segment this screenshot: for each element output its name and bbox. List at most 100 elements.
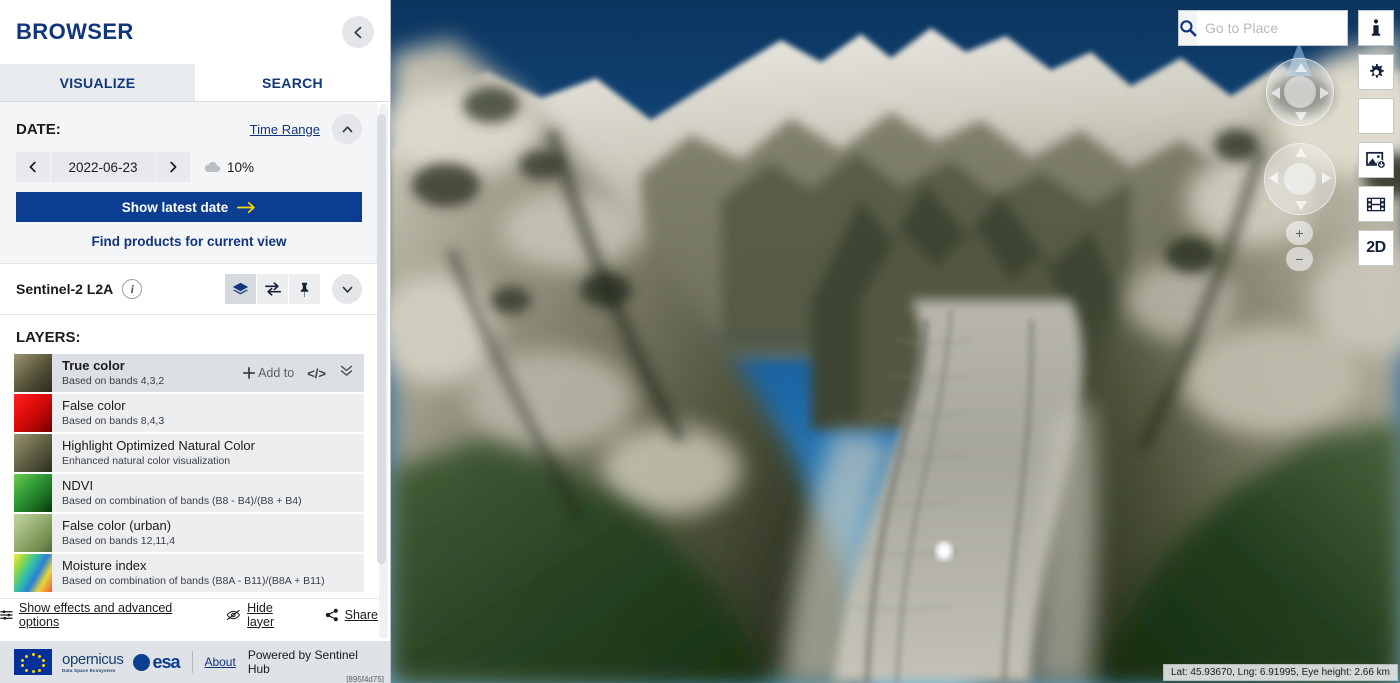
timelapse-film-icon: [1366, 197, 1386, 211]
layer-subtitle: Based on combination of bands (B8 - B4)/…: [62, 494, 302, 507]
collapse-panel-button[interactable]: [342, 16, 374, 48]
datasource-info-button[interactable]: i: [122, 279, 143, 299]
time-range-link[interactable]: Time Range: [250, 122, 320, 137]
date-section: DATE: Time Range 2022-06-23 10% Show lat…: [0, 102, 378, 263]
copernicus-logo: opernicus Data Space Ecosystem: [62, 651, 124, 673]
chevron-right-icon: [170, 161, 177, 173]
layer-text: False color Based on bands 8,4,3: [52, 399, 164, 428]
chevron-down-icon: [342, 286, 352, 293]
lightbulb-button[interactable]: [1358, 98, 1394, 134]
layer-text: False color (urban) Based on bands 12,11…: [52, 519, 175, 548]
info-button[interactable]: [1358, 10, 1394, 46]
compass-north-arrow-icon: [1295, 63, 1307, 72]
layer-thumbnail: [14, 354, 52, 392]
list-item[interactable]: Highlight Optimized Natural Color Enhanc…: [14, 434, 364, 472]
list-item[interactable]: NDVI Based on combination of bands (B8 -…: [14, 474, 364, 512]
zoom-controls: + −: [1286, 221, 1313, 273]
chevron-double-down-icon: [340, 365, 353, 376]
panel-footer: opernicus Data Space Ecosystem esa About…: [0, 641, 390, 683]
previous-date-button[interactable]: [16, 152, 50, 182]
download-image-icon: [1366, 151, 1386, 169]
chevron-left-icon: [353, 26, 361, 38]
share-label: Share: [344, 607, 378, 622]
list-item[interactable]: False color Based on bands 8,4,3: [14, 394, 364, 432]
date-header-right: Time Range: [250, 114, 362, 144]
list-item[interactable]: True color Based on bands 4,3,2 Add to <…: [14, 354, 364, 392]
esa-logo: esa: [133, 652, 181, 673]
map-viewport[interactable]: + − Go to Place 2D Lat: 45.93670, Lng: 6…: [391, 0, 1400, 683]
download-image-button[interactable]: [1358, 142, 1394, 178]
layer-subtitle: Based on bands 8,4,3: [62, 414, 165, 427]
show-latest-date-label: Show latest date: [121, 199, 229, 215]
layer-thumbnail: [14, 434, 52, 472]
timelapse-button[interactable]: [1358, 186, 1394, 222]
about-link[interactable]: About: [204, 655, 235, 669]
pan-control[interactable]: [1264, 143, 1336, 215]
layer-actions: Add to </>: [243, 363, 364, 383]
share-button[interactable]: Share: [325, 608, 378, 622]
evalscript-code-button[interactable]: </>: [307, 366, 326, 381]
hide-layer-label: Hide layer: [247, 600, 275, 629]
divider: [191, 651, 193, 673]
layer-title: False color: [62, 398, 126, 413]
compass-west-arrow-icon: [1271, 87, 1280, 99]
app-title: BROWSER: [16, 19, 134, 44]
date-input[interactable]: 2022-06-23: [51, 152, 155, 182]
list-item[interactable]: Moisture index Based on combination of b…: [14, 554, 364, 592]
layer-text: NDVI Based on combination of bands (B8 -…: [52, 479, 302, 508]
panel-scrollbar-track[interactable]: [377, 104, 388, 639]
layer-subtitle: Based on combination of bands (B8A - B11…: [62, 574, 325, 587]
share-icon: [325, 608, 338, 621]
show-effects-button[interactable]: Show effects and advanced options: [0, 601, 200, 629]
cloud-coverage-value: 10%: [227, 159, 255, 175]
lightbulb-icon: [1370, 106, 1382, 125]
layer-subtitle: Enhanced natural color visualization: [62, 454, 231, 467]
date-collapse-button[interactable]: [332, 114, 362, 144]
show-latest-date-button[interactable]: Show latest date: [16, 192, 362, 222]
layer-title: Moisture index: [62, 558, 147, 573]
list-item[interactable]: False color (urban) Based on bands 12,11…: [14, 514, 364, 552]
cloud-coverage: 10%: [204, 160, 254, 175]
layer-text: Highlight Optimized Natural Color Enhanc…: [52, 439, 255, 468]
compare-arrows-icon: [264, 282, 281, 296]
panel-scrollbar-thumb[interactable]: [377, 114, 386, 564]
toggle-2d-button[interactable]: 2D: [1358, 230, 1394, 266]
esa-dot-icon: [133, 653, 151, 671]
settings-button[interactable]: [1358, 54, 1394, 90]
panel-header: BROWSER: [0, 0, 390, 64]
datasource-collapse-button[interactable]: [332, 274, 362, 304]
tab-visualize[interactable]: VISUALIZE: [0, 64, 195, 101]
layer-expand-button[interactable]: [339, 363, 354, 383]
layer-text: Moisture index Based on combination of b…: [52, 559, 325, 588]
compass-control[interactable]: [1266, 58, 1334, 126]
add-to-button[interactable]: Add to: [243, 366, 294, 380]
tab-search[interactable]: SEARCH: [195, 64, 390, 101]
date-label: DATE:: [16, 120, 61, 138]
chevron-left-icon: [29, 161, 36, 173]
plus-icon: [243, 367, 256, 379]
eye-off-icon: [227, 609, 241, 620]
search-bar[interactable]: [1178, 10, 1394, 46]
browser-app: BROWSER VISUALIZE SEARCH DATE: Time Rang…: [0, 0, 1400, 683]
date-picker-row: 2022-06-23 10%: [16, 152, 362, 182]
cesium-navigation-widget[interactable]: + −: [1264, 42, 1336, 271]
layers-tool-button[interactable]: [225, 274, 256, 304]
pan-down-arrow-icon: [1295, 201, 1307, 210]
left-panel: BROWSER VISUALIZE SEARCH DATE: Time Rang…: [0, 0, 391, 683]
next-date-button[interactable]: [156, 152, 190, 182]
layer-thumbnail: [14, 394, 52, 432]
layer-title: True color: [62, 358, 125, 373]
pan-center-knob[interactable]: [1284, 163, 1316, 195]
panel-scroll-area: DATE: Time Range 2022-06-23 10% Show lat…: [0, 102, 390, 641]
hide-layer-button[interactable]: Hide layer: [226, 601, 298, 629]
find-products-link[interactable]: Find products for current view: [16, 234, 362, 249]
compass-center-knob[interactable]: [1284, 76, 1316, 108]
layer-title: False color (urban): [62, 518, 172, 533]
pin-tool-button[interactable]: [289, 274, 320, 304]
add-to-label: Add to: [258, 366, 295, 380]
compare-tool-button[interactable]: [257, 274, 288, 304]
zoom-out-button[interactable]: −: [1286, 247, 1313, 271]
zoom-in-button[interactable]: +: [1286, 221, 1313, 245]
layer-subtitle: Based on bands 12,11,4: [62, 534, 176, 547]
settings-gear-icon: [1369, 63, 1384, 78]
